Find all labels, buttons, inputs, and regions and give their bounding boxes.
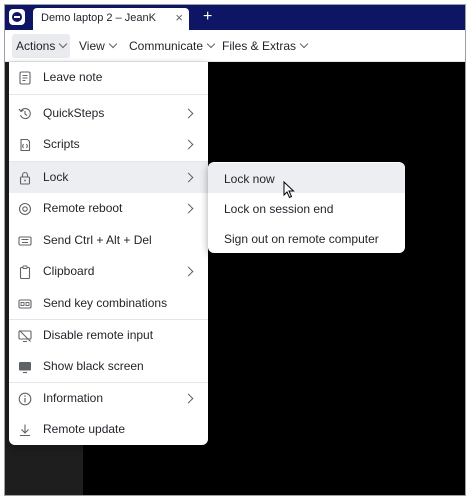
menu-divider: [9, 94, 208, 95]
lock-submenu: Lock now Lock on session end Sign out on…: [208, 162, 405, 253]
menu-item-label: Remote update: [43, 422, 126, 436]
menu-item-send-key-combinations[interactable]: Send key combinations: [9, 288, 208, 319]
menu-item-lock[interactable]: Lock: [9, 162, 208, 193]
session-tab-title: Demo laptop 2 – JeanK: [41, 12, 156, 24]
chevron-down-icon: [206, 39, 216, 49]
menu-item-send-ctrl-alt-del[interactable]: Send Ctrl + Alt + Del: [9, 225, 208, 256]
reboot-icon: [18, 202, 32, 216]
chevron-down-icon: [299, 39, 309, 49]
menu-item-label: Leave note: [43, 70, 103, 84]
menu-actions-label: Actions: [16, 39, 56, 53]
menu-item-label: Clipboard: [43, 264, 95, 278]
scripts-icon: [18, 138, 32, 152]
chevron-right-icon: [183, 139, 194, 150]
keyboard-icon: [18, 234, 32, 248]
chevron-down-icon: [59, 39, 68, 49]
note-icon: [18, 71, 32, 85]
submenu-item-lock-now[interactable]: Lock now: [208, 163, 405, 193]
menu-item-label: Information: [43, 391, 104, 405]
menu-item-label: Show black screen: [43, 359, 144, 373]
disable-input-icon: [18, 329, 32, 343]
lock-icon: [18, 171, 32, 185]
mouse-cursor-icon: [283, 180, 295, 199]
title-bar: Demo laptop 2 – JeanK × +: [5, 5, 465, 30]
clipboard-icon: [18, 265, 32, 279]
menu-view-label: View: [79, 39, 105, 53]
menu-item-information[interactable]: Information: [9, 383, 208, 414]
menu-item-show-black-screen[interactable]: Show black screen: [9, 351, 208, 382]
submenu-item-lock-on-session-end[interactable]: Lock on session end: [208, 193, 405, 223]
info-icon: [18, 392, 32, 406]
actions-dropdown: Leave note QuickSteps Scripts Lock Remot…: [9, 62, 208, 445]
quicksteps-icon: [18, 107, 32, 121]
menu-item-remote-update[interactable]: Remote update: [9, 414, 208, 445]
menu-item-label: QuickSteps: [43, 106, 105, 120]
menu-communicate[interactable]: Communicate: [125, 34, 218, 58]
submenu-item-label: Lock now: [224, 172, 275, 186]
submenu-item-sign-out-remote[interactable]: Sign out on remote computer: [208, 223, 405, 253]
menu-item-label: Lock: [43, 170, 69, 184]
menu-item-label: Disable remote input: [43, 328, 154, 342]
teamviewer-logo-icon: [9, 9, 25, 25]
menu-view[interactable]: View: [75, 34, 120, 58]
menu-communicate-label: Communicate: [129, 39, 204, 53]
monitor-icon: [18, 360, 32, 374]
menu-item-leave-note[interactable]: Leave note: [9, 62, 208, 93]
session-tab[interactable]: Demo laptop 2 – JeanK ×: [33, 8, 189, 30]
menu-item-label: Remote reboot: [43, 201, 123, 215]
chevron-right-icon: [183, 393, 194, 404]
menu-item-label: Send key combinations: [43, 296, 168, 310]
submenu-item-label: Sign out on remote computer: [224, 232, 379, 246]
chevron-right-icon: [183, 266, 194, 277]
toolbar-menubar: Actions View Communicate Files & Extras: [5, 30, 465, 62]
menu-files-extras-label: Files & Extras: [222, 39, 297, 53]
menu-item-label: Send Ctrl + Alt + Del: [43, 233, 152, 247]
menu-item-clipboard[interactable]: Clipboard: [9, 256, 208, 287]
close-tab-icon[interactable]: ×: [175, 11, 183, 25]
menu-item-label: Scripts: [43, 137, 80, 151]
menu-item-quicksteps[interactable]: QuickSteps: [9, 98, 208, 129]
new-tab-icon[interactable]: +: [203, 7, 212, 27]
chevron-right-icon: [183, 172, 194, 183]
menu-files-extras[interactable]: Files & Extras: [218, 34, 311, 58]
menu-item-scripts[interactable]: Scripts: [9, 129, 208, 160]
remote-session-window: Demo laptop 2 – JeanK × + Actions View C…: [4, 4, 466, 496]
menu-item-remote-reboot[interactable]: Remote reboot: [9, 193, 208, 224]
menu-actions[interactable]: Actions: [12, 34, 71, 58]
chevron-down-icon: [108, 39, 118, 49]
submenu-item-label: Lock on session end: [224, 202, 334, 216]
download-icon: [18, 423, 32, 437]
chevron-right-icon: [183, 203, 194, 214]
menu-item-disable-remote-input[interactable]: Disable remote input: [9, 320, 208, 351]
chevron-right-icon: [183, 108, 194, 119]
key-combo-icon: [18, 297, 32, 311]
